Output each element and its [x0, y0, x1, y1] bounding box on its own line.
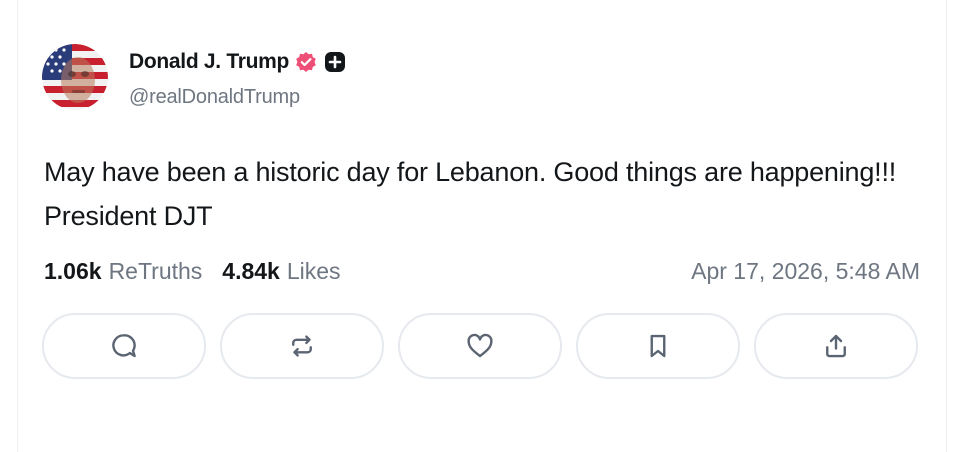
likes-label[interactable]: Likes [287, 258, 341, 285]
plus-badge-icon [324, 51, 346, 73]
share-icon [826, 334, 846, 358]
retruths-label[interactable]: ReTruths [109, 258, 203, 285]
bookmark-icon [650, 334, 666, 358]
post-stats: 1.06k ReTruths 4.84k Likes [44, 258, 341, 285]
heart-icon [467, 333, 493, 358]
action-bar [42, 313, 918, 379]
comment-icon [112, 334, 136, 358]
avatar-image [42, 44, 108, 110]
bookmark-button[interactable] [576, 313, 740, 379]
post-timestamp[interactable]: Apr 17, 2026, 5:48 AM [691, 258, 920, 285]
author-handle[interactable]: @realDonaldTrump [129, 86, 300, 109]
reply-button[interactable] [42, 313, 206, 379]
repost-icon [292, 335, 312, 357]
post-card: Donald J. Trump @realDonaldTrump May hav… [17, 0, 947, 452]
retruth-button[interactable] [220, 313, 384, 379]
like-button[interactable] [398, 313, 562, 379]
author-row: Donald J. Trump [129, 48, 346, 76]
avatar[interactable] [42, 44, 108, 110]
author-name[interactable]: Donald J. Trump [129, 50, 289, 74]
verified-badge-icon [295, 51, 317, 73]
likes-count[interactable]: 4.84k [222, 258, 280, 285]
share-button[interactable] [754, 313, 918, 379]
retruths-count[interactable]: 1.06k [44, 258, 102, 285]
post-text: May have been a historic day for Lebanon… [44, 157, 897, 231]
